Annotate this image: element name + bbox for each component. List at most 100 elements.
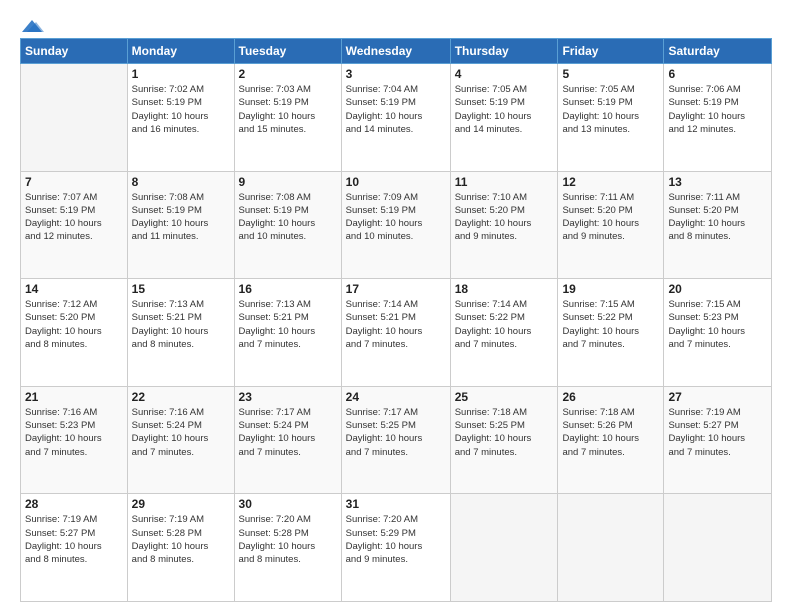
day-number: 24 xyxy=(346,390,446,404)
col-saturday: Saturday xyxy=(664,39,772,64)
calendar-cell: 16 Sunrise: 7:13 AMSunset: 5:21 PMDayligh… xyxy=(234,279,341,387)
calendar-cell: 22 Sunrise: 7:16 AMSunset: 5:24 PMDayligh… xyxy=(127,386,234,494)
calendar-cell: 27Sunrise: 7:19 AMSunset: 5:27 PMDayligh… xyxy=(664,386,772,494)
calendar-cell: 2Sunrise: 7:03 AMSunset: 5:19 PMDaylight… xyxy=(234,64,341,172)
calendar-cell: 19 Sunrise: 7:15 AMSunset: 5:22 PMDayligh… xyxy=(558,279,664,387)
calendar-cell: 23Sunrise: 7:17 AMSunset: 5:24 PMDayligh… xyxy=(234,386,341,494)
day-info: Sunrise: 7:13 AMSunset: 5:21 PMDaylight:… xyxy=(132,298,230,351)
logo-icon xyxy=(22,18,44,34)
calendar-cell: 29 Sunrise: 7:19 AMSunset: 5:28 PMDayligh… xyxy=(127,494,234,602)
calendar-week-row-1: 1 Sunrise: 7:02 AMSunset: 5:19 PMDaylight… xyxy=(21,64,772,172)
calendar-cell: 20 Sunrise: 7:15 AMSunset: 5:23 PMDayligh… xyxy=(664,279,772,387)
day-info: Sunrise: 7:05 AMSunset: 5:19 PMDaylight:… xyxy=(455,83,554,136)
day-number: 9 xyxy=(239,175,337,189)
calendar-cell: 8 Sunrise: 7:08 AMSunset: 5:19 PMDaylight… xyxy=(127,171,234,279)
day-info: Sunrise: 7:16 AMSunset: 5:24 PMDaylight:… xyxy=(132,406,230,459)
calendar-cell: 12 Sunrise: 7:11 AMSunset: 5:20 PMDayligh… xyxy=(558,171,664,279)
day-number: 25 xyxy=(455,390,554,404)
col-friday: Friday xyxy=(558,39,664,64)
day-number: 21 xyxy=(25,390,123,404)
col-monday: Monday xyxy=(127,39,234,64)
day-number: 28 xyxy=(25,497,123,511)
calendar-cell xyxy=(21,64,128,172)
calendar-cell: 6 Sunrise: 7:06 AMSunset: 5:19 PMDaylight… xyxy=(664,64,772,172)
day-number: 11 xyxy=(455,175,554,189)
day-number: 22 xyxy=(132,390,230,404)
day-number: 13 xyxy=(668,175,767,189)
day-info: Sunrise: 7:12 AMSunset: 5:20 PMDaylight:… xyxy=(25,298,123,351)
day-number: 19 xyxy=(562,282,659,296)
calendar-cell: 17 Sunrise: 7:14 AMSunset: 5:21 PMDayligh… xyxy=(341,279,450,387)
calendar-cell: 1 Sunrise: 7:02 AMSunset: 5:19 PMDaylight… xyxy=(127,64,234,172)
day-number: 1 xyxy=(132,67,230,81)
day-number: 15 xyxy=(132,282,230,296)
day-info: Sunrise: 7:15 AMSunset: 5:23 PMDaylight:… xyxy=(668,298,767,351)
calendar-cell: 7 Sunrise: 7:07 AMSunset: 5:19 PMDaylight… xyxy=(21,171,128,279)
calendar-cell: 11 Sunrise: 7:10 AMSunset: 5:20 PMDayligh… xyxy=(450,171,558,279)
day-info: Sunrise: 7:08 AMSunset: 5:19 PMDaylight:… xyxy=(132,191,230,244)
calendar-week-row-5: 28Sunrise: 7:19 AMSunset: 5:27 PMDayligh… xyxy=(21,494,772,602)
day-number: 14 xyxy=(25,282,123,296)
day-number: 7 xyxy=(25,175,123,189)
day-info: Sunrise: 7:18 AMSunset: 5:26 PMDaylight:… xyxy=(562,406,659,459)
day-number: 6 xyxy=(668,67,767,81)
calendar-cell: 18Sunrise: 7:14 AMSunset: 5:22 PMDayligh… xyxy=(450,279,558,387)
calendar-cell: 26Sunrise: 7:18 AMSunset: 5:26 PMDayligh… xyxy=(558,386,664,494)
day-info: Sunrise: 7:11 AMSunset: 5:20 PMDaylight:… xyxy=(562,191,659,244)
day-info: Sunrise: 7:18 AMSunset: 5:25 PMDaylight:… xyxy=(455,406,554,459)
calendar-cell: 24 Sunrise: 7:17 AMSunset: 5:25 PMDayligh… xyxy=(341,386,450,494)
day-info: Sunrise: 7:19 AMSunset: 5:28 PMDaylight:… xyxy=(132,513,230,566)
logo xyxy=(20,18,44,30)
day-number: 18 xyxy=(455,282,554,296)
day-number: 29 xyxy=(132,497,230,511)
calendar-cell: 25 Sunrise: 7:18 AMSunset: 5:25 PMDayligh… xyxy=(450,386,558,494)
day-info: Sunrise: 7:07 AMSunset: 5:19 PMDaylight:… xyxy=(25,191,123,244)
calendar-cell: 10 Sunrise: 7:09 AMSunset: 5:19 PMDayligh… xyxy=(341,171,450,279)
day-info: Sunrise: 7:14 AMSunset: 5:21 PMDaylight:… xyxy=(346,298,446,351)
day-info: Sunrise: 7:04 AMSunset: 5:19 PMDaylight:… xyxy=(346,83,446,136)
calendar-week-row-2: 7 Sunrise: 7:07 AMSunset: 5:19 PMDaylight… xyxy=(21,171,772,279)
calendar-cell: 3 Sunrise: 7:04 AMSunset: 5:19 PMDaylight… xyxy=(341,64,450,172)
day-info: Sunrise: 7:16 AMSunset: 5:23 PMDaylight:… xyxy=(25,406,123,459)
day-number: 8 xyxy=(132,175,230,189)
calendar-week-row-3: 14 Sunrise: 7:12 AMSunset: 5:20 PMDayligh… xyxy=(21,279,772,387)
day-number: 3 xyxy=(346,67,446,81)
calendar-cell: 15 Sunrise: 7:13 AMSunset: 5:21 PMDayligh… xyxy=(127,279,234,387)
day-info: Sunrise: 7:11 AMSunset: 5:20 PMDaylight:… xyxy=(668,191,767,244)
day-number: 16 xyxy=(239,282,337,296)
page: Sunday Monday Tuesday Wednesday Thursday… xyxy=(0,0,792,612)
day-info: Sunrise: 7:06 AMSunset: 5:19 PMDaylight:… xyxy=(668,83,767,136)
day-info: Sunrise: 7:02 AMSunset: 5:19 PMDaylight:… xyxy=(132,83,230,136)
calendar-cell: 5 Sunrise: 7:05 AMSunset: 5:19 PMDaylight… xyxy=(558,64,664,172)
day-number: 30 xyxy=(239,497,337,511)
day-number: 10 xyxy=(346,175,446,189)
day-info: Sunrise: 7:20 AMSunset: 5:28 PMDaylight:… xyxy=(239,513,337,566)
calendar-cell: 4Sunrise: 7:05 AMSunset: 5:19 PMDaylight… xyxy=(450,64,558,172)
header xyxy=(20,18,772,30)
col-thursday: Thursday xyxy=(450,39,558,64)
day-info: Sunrise: 7:10 AMSunset: 5:20 PMDaylight:… xyxy=(455,191,554,244)
day-number: 20 xyxy=(668,282,767,296)
day-info: Sunrise: 7:17 AMSunset: 5:25 PMDaylight:… xyxy=(346,406,446,459)
day-info: Sunrise: 7:05 AMSunset: 5:19 PMDaylight:… xyxy=(562,83,659,136)
calendar-cell: 21 Sunrise: 7:16 AMSunset: 5:23 PMDayligh… xyxy=(21,386,128,494)
day-number: 17 xyxy=(346,282,446,296)
calendar-cell: 14 Sunrise: 7:12 AMSunset: 5:20 PMDayligh… xyxy=(21,279,128,387)
col-tuesday: Tuesday xyxy=(234,39,341,64)
calendar-cell xyxy=(450,494,558,602)
day-number: 23 xyxy=(239,390,337,404)
day-info: Sunrise: 7:19 AMSunset: 5:27 PMDaylight:… xyxy=(668,406,767,459)
calendar-cell: 30 Sunrise: 7:20 AMSunset: 5:28 PMDayligh… xyxy=(234,494,341,602)
day-number: 31 xyxy=(346,497,446,511)
day-info: Sunrise: 7:09 AMSunset: 5:19 PMDaylight:… xyxy=(346,191,446,244)
day-number: 12 xyxy=(562,175,659,189)
day-number: 5 xyxy=(562,67,659,81)
day-number: 2 xyxy=(239,67,337,81)
day-info: Sunrise: 7:15 AMSunset: 5:22 PMDaylight:… xyxy=(562,298,659,351)
day-info: Sunrise: 7:20 AMSunset: 5:29 PMDaylight:… xyxy=(346,513,446,566)
calendar-cell: 28Sunrise: 7:19 AMSunset: 5:27 PMDayligh… xyxy=(21,494,128,602)
calendar-cell: 13 Sunrise: 7:11 AMSunset: 5:20 PMDayligh… xyxy=(664,171,772,279)
col-sunday: Sunday xyxy=(21,39,128,64)
day-info: Sunrise: 7:13 AMSunset: 5:21 PMDaylight:… xyxy=(239,298,337,351)
calendar-cell xyxy=(664,494,772,602)
